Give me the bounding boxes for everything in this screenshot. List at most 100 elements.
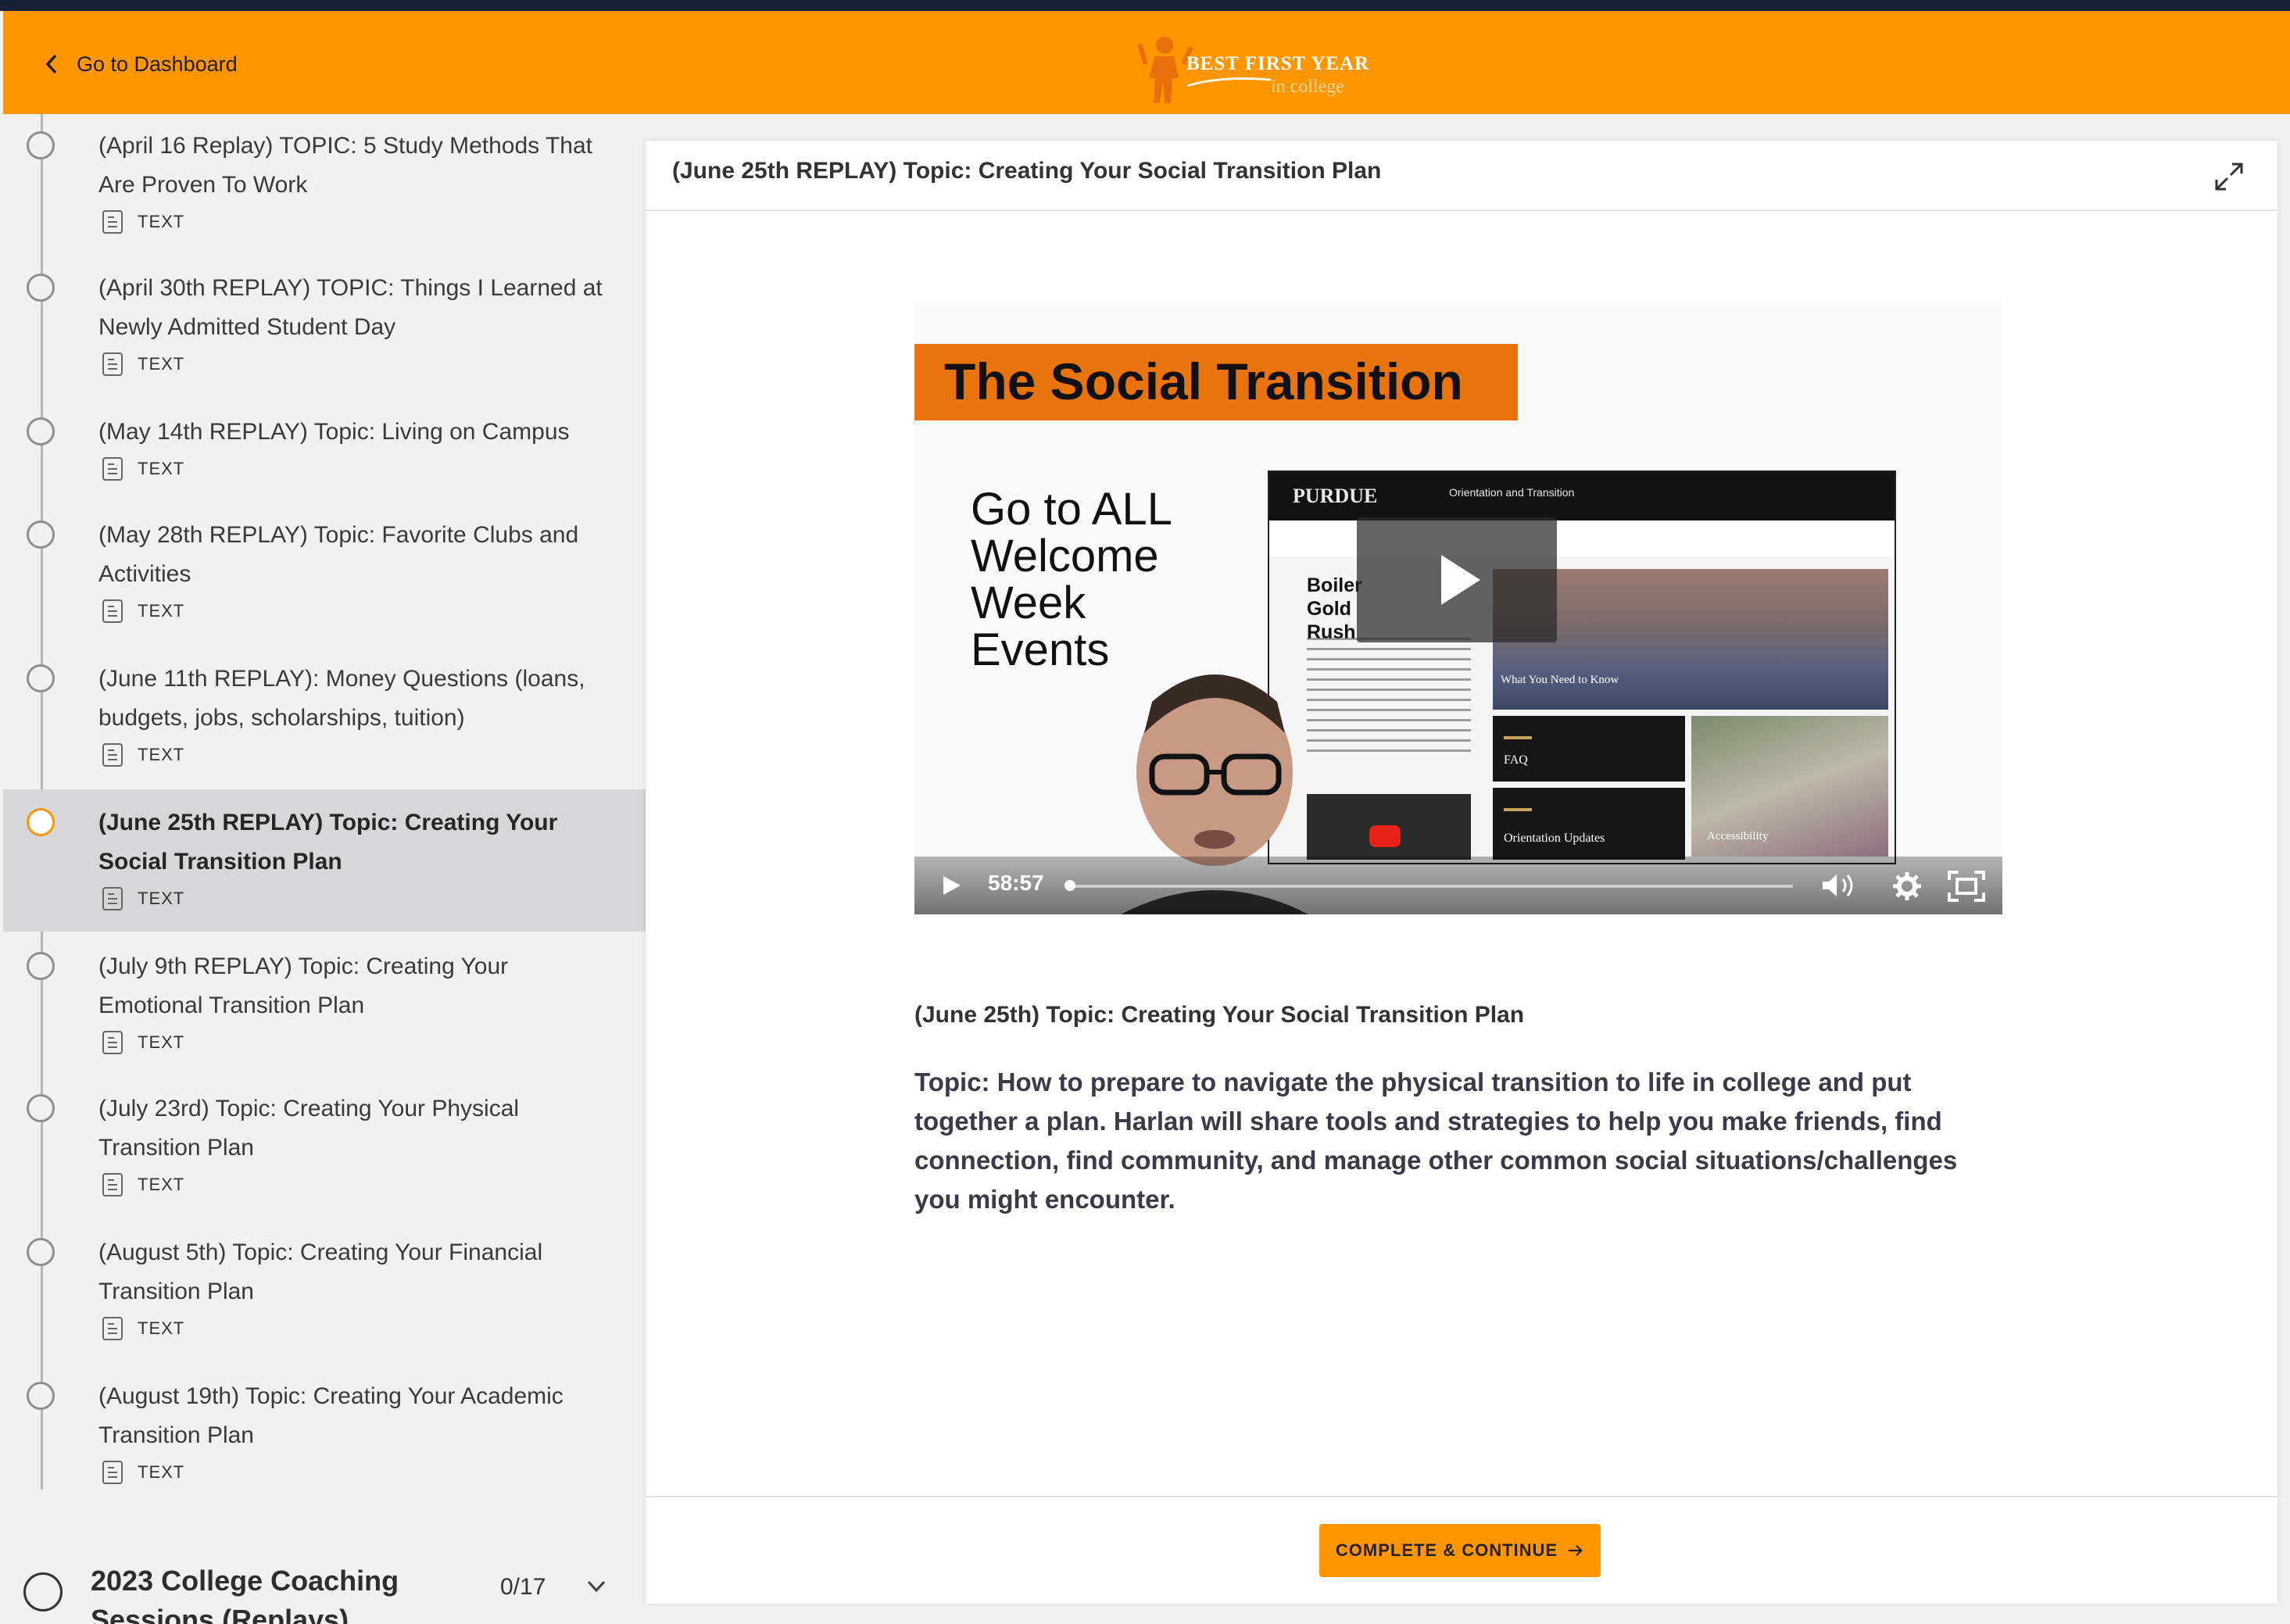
text-document-icon bbox=[102, 1031, 123, 1054]
site-video-thumbnail bbox=[1307, 794, 1471, 860]
lesson-status-circle bbox=[27, 131, 55, 159]
lesson-title: (August 19th) Topic: Creating Your Acade… bbox=[98, 1383, 564, 1448]
lesson-type-label: TEXT bbox=[138, 1175, 185, 1194]
lesson-title: (April 30th REPLAY) TOPIC: Things I Lear… bbox=[98, 275, 603, 340]
slide-text: Go to ALL Welcome Week Events bbox=[971, 484, 1171, 675]
site-topbar: PURDUE Orientation and Transition bbox=[1269, 472, 1895, 520]
site-tile-label: Accessibility bbox=[1707, 830, 1769, 842]
lesson-title: (August 5th) Topic: Creating Your Financ… bbox=[98, 1239, 543, 1304]
lesson-header: (June 25th REPLAY) Topic: Creating Your … bbox=[646, 141, 2277, 211]
play-overlay-button[interactable] bbox=[1357, 517, 1557, 642]
lesson-type: TEXT bbox=[102, 742, 184, 767]
play-icon bbox=[1441, 555, 1480, 605]
video-progress-handle[interactable] bbox=[1064, 880, 1075, 891]
lesson-title: (May 14th REPLAY) Topic: Living on Campu… bbox=[98, 419, 570, 445]
course-section-header[interactable]: 2023 College Coaching Sessions (Replays)… bbox=[3, 1544, 646, 1624]
lesson-type: TEXT bbox=[102, 456, 184, 481]
youtube-play-icon bbox=[1369, 825, 1401, 847]
expand-icon[interactable] bbox=[2212, 159, 2246, 194]
lesson-status-circle bbox=[27, 1238, 55, 1266]
video-progress-track[interactable] bbox=[1069, 885, 1793, 888]
lesson-item[interactable]: (August 5th) Topic: Creating Your Financ… bbox=[3, 1219, 646, 1363]
lesson-item[interactable]: (April 30th REPLAY) TOPIC: Things I Lear… bbox=[3, 255, 646, 399]
logo-mascot-icon bbox=[1138, 37, 1193, 103]
lesson-item[interactable]: (May 14th REPLAY) Topic: Living on Campu… bbox=[3, 399, 646, 502]
complete-and-continue-button[interactable]: COMPLETE & CONTINUE bbox=[1319, 1524, 1601, 1577]
section-progress-count: 0/17 bbox=[500, 1574, 546, 1600]
top-border bbox=[0, 0, 2290, 11]
lesson-type: TEXT bbox=[102, 1172, 184, 1197]
fullscreen-icon[interactable] bbox=[1948, 871, 1985, 902]
lesson-status-circle bbox=[27, 417, 55, 445]
text-document-icon bbox=[102, 1461, 123, 1484]
text-document-icon bbox=[102, 743, 123, 767]
complete-button-label: COMPLETE & CONTINUE bbox=[1335, 1540, 1558, 1560]
text-document-icon bbox=[102, 1173, 123, 1197]
slide-title: The Social Transition bbox=[944, 352, 1463, 410]
lesson-item[interactable]: (June 11th REPLAY): Money Questions (loa… bbox=[3, 646, 646, 789]
lesson-item[interactable]: (May 28th REPLAY) Topic: Favorite Clubs … bbox=[3, 502, 646, 646]
site-tile: FAQ bbox=[1493, 716, 1685, 782]
lesson-title: (July 9th REPLAY) Topic: Creating Your E… bbox=[98, 953, 509, 1018]
lesson-type: TEXT bbox=[102, 599, 184, 624]
lesson-type-label: TEXT bbox=[138, 459, 185, 478]
volume-icon[interactable] bbox=[1821, 872, 1857, 899]
lesson-type: TEXT bbox=[102, 1460, 184, 1485]
lesson-type: TEXT bbox=[102, 209, 184, 234]
text-document-icon bbox=[102, 352, 123, 376]
text-document-icon bbox=[102, 1317, 123, 1340]
description-text: Topic: How to prepare to navigate the ph… bbox=[914, 1068, 1958, 1214]
lesson-type: TEXT bbox=[102, 1316, 184, 1341]
logo-text: BEST FIRST YEAR bbox=[1186, 53, 1370, 74]
lesson-status-circle bbox=[27, 952, 55, 980]
lesson-type-label: TEXT bbox=[138, 889, 185, 908]
lesson-status-circle bbox=[27, 274, 55, 302]
site-tile-label: Orientation Updates bbox=[1504, 832, 1605, 845]
lesson-item[interactable]: (April 16 Replay) TOPIC: 5 Study Methods… bbox=[3, 114, 646, 255]
lesson-item[interactable]: (July 9th REPLAY) Topic: Creating Your E… bbox=[3, 932, 646, 1075]
text-document-icon bbox=[102, 599, 123, 623]
go-to-dashboard-link[interactable]: Go to Dashboard bbox=[44, 48, 238, 80]
video-player[interactable]: The Social Transition Go to ALL Welcome … bbox=[914, 302, 2002, 914]
chevron-left-icon bbox=[45, 54, 57, 74]
go-to-dashboard-label: Go to Dashboard bbox=[77, 52, 238, 76]
lesson-type-label: TEXT bbox=[138, 601, 185, 621]
arrow-right-icon bbox=[1569, 1544, 1583, 1557]
section-title: 2023 College Coaching Sessions (Replays) bbox=[91, 1565, 399, 1624]
site-tile: Orientation Updates bbox=[1493, 788, 1685, 860]
logo: BEST FIRST YEAR in college bbox=[1138, 33, 1372, 108]
site-tile-label: FAQ bbox=[1504, 753, 1528, 767]
description-title: (June 25th) Topic: Creating Your Social … bbox=[914, 1002, 1525, 1028]
lesson-type-label: TEXT bbox=[138, 1318, 185, 1338]
lesson-title: (June 11th REPLAY): Money Questions (loa… bbox=[98, 666, 585, 731]
lesson-type-label: TEXT bbox=[138, 745, 185, 764]
lesson-content-panel: (June 25th REPLAY) Topic: Creating Your … bbox=[646, 141, 2277, 1604]
logo-subtext: in college bbox=[1271, 77, 1344, 97]
lesson-item-active[interactable]: (June 25th REPLAY) Topic: Creating Your … bbox=[3, 789, 646, 932]
course-sidebar: (April 16 Replay) TOPIC: 5 Study Methods… bbox=[3, 114, 646, 1624]
play-icon[interactable] bbox=[939, 874, 963, 897]
video-time: 58:57 bbox=[988, 871, 1044, 895]
lesson-item[interactable]: (August 19th) Topic: Creating Your Acade… bbox=[3, 1363, 646, 1507]
lesson-item[interactable]: (July 23rd) Topic: Creating Your Physica… bbox=[3, 1075, 646, 1219]
lesson-title: (May 28th REPLAY) Topic: Favorite Clubs … bbox=[98, 522, 579, 587]
lesson-type-label: TEXT bbox=[138, 212, 185, 231]
lesson-status-circle bbox=[27, 520, 55, 549]
lesson-title: (July 23rd) Topic: Creating Your Physica… bbox=[98, 1096, 520, 1161]
text-document-icon bbox=[102, 457, 123, 481]
lesson-type: TEXT bbox=[102, 1030, 184, 1055]
settings-gear-icon[interactable] bbox=[1891, 871, 1923, 902]
lesson-title: (April 16 Replay) TOPIC: 5 Study Methods… bbox=[98, 133, 592, 198]
lesson-title: (June 25th REPLAY) Topic: Creating Your … bbox=[98, 810, 558, 875]
lesson-type: TEXT bbox=[102, 352, 184, 377]
lesson-type-label: TEXT bbox=[138, 354, 185, 374]
lesson-status-circle bbox=[27, 808, 55, 836]
lesson-status-circle bbox=[27, 1094, 55, 1122]
slide-title-banner: The Social Transition bbox=[914, 344, 1518, 420]
lesson-type-label: TEXT bbox=[138, 1032, 185, 1052]
lesson-type-label: TEXT bbox=[138, 1462, 185, 1482]
lesson-type: TEXT bbox=[102, 886, 184, 911]
site-subtitle: Orientation and Transition bbox=[1449, 486, 1575, 499]
chevron-down-icon[interactable] bbox=[586, 1579, 606, 1594]
lesson-heading: (June 25th REPLAY) Topic: Creating Your … bbox=[672, 158, 1382, 184]
